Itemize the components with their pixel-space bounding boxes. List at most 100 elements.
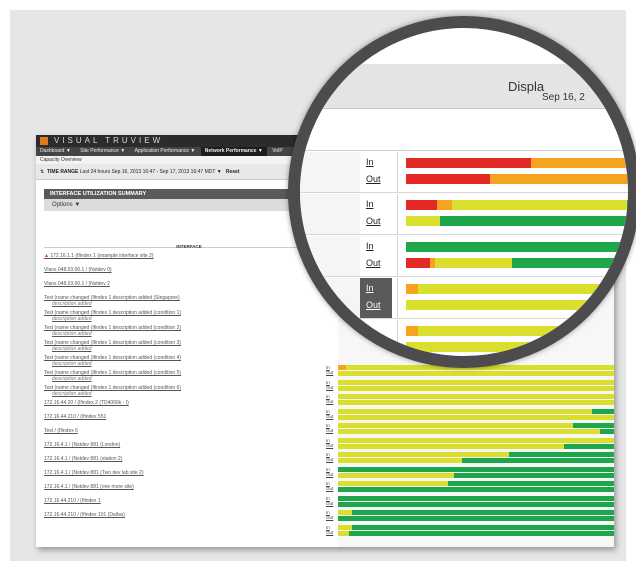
column-divider bbox=[397, 236, 398, 276]
out-link[interactable]: Out bbox=[326, 443, 333, 448]
out-link[interactable]: Out bbox=[326, 370, 333, 375]
interface-name[interactable]: Test / (Ifindex 6 bbox=[44, 428, 78, 434]
menu-site-performance[interactable]: Site Performance ▼ bbox=[76, 147, 129, 156]
magnified-bar-segment-red bbox=[406, 258, 430, 268]
utilization-bar-in bbox=[338, 510, 614, 515]
interface-name[interactable]: Vlans 048.03.00.1 / (Nstdev 0) bbox=[44, 267, 112, 273]
in-link[interactable]: In bbox=[366, 325, 374, 335]
time-range-label: TIME RANGE bbox=[46, 169, 79, 175]
interface-row-6[interactable]: Test (name changed (Ifindex 1 descriptio… bbox=[44, 340, 334, 352]
in-link[interactable]: In bbox=[366, 241, 374, 251]
interface-row-12[interactable]: Test / (Ifindex 6 bbox=[44, 428, 334, 434]
magnified-bar-segment-green bbox=[439, 216, 628, 226]
interface-row-17[interactable]: 172.16.44.210 / (Ifindex 1 bbox=[44, 498, 334, 504]
interface-name[interactable]: 172.16.4.1 / (Nstdev 881 (station 2) bbox=[44, 456, 122, 462]
io-links[interactable]: In Out bbox=[326, 438, 333, 448]
out-link[interactable]: Out bbox=[326, 399, 333, 404]
out-link[interactable]: Out bbox=[326, 515, 333, 520]
menu-voip[interactable]: VoIP bbox=[268, 147, 287, 156]
interface-row-18[interactable]: 172.16.44.210 / (Ifindex 101 (Dallas) bbox=[44, 512, 334, 518]
out-link[interactable]: Out bbox=[366, 342, 381, 352]
io-links[interactable]: In Out bbox=[326, 510, 333, 520]
io-links[interactable]: In Out bbox=[326, 423, 333, 433]
interface-description: description added bbox=[52, 391, 92, 397]
menu-dashboard[interactable]: Dashboard ▼ bbox=[36, 147, 75, 156]
interface-name[interactable]: 172.16.4.1 / (Nstdev 881 (Two dev lab si… bbox=[44, 470, 144, 476]
utilization-bar-segment-green bbox=[572, 423, 614, 428]
interface-row-1[interactable]: Vlans 048.03.00.1 / (Nstdev 0) bbox=[44, 267, 334, 273]
io-links[interactable]: In Out bbox=[326, 452, 333, 462]
interface-row-10[interactable]: 172.16.44.20 / (Ifindex 2 (TD4066k - I) bbox=[44, 400, 334, 406]
out-link[interactable]: Out bbox=[326, 457, 333, 462]
magnified-bar-out bbox=[406, 342, 628, 352]
interface-name[interactable]: 172.16.44.20 / (Ifindex 2 (TD4066k - I) bbox=[44, 400, 129, 406]
magnified-bar-segment-orange bbox=[406, 326, 418, 336]
interface-name[interactable]: 172.16.44.210 / (Ifindex 101 (Dallas) bbox=[44, 512, 125, 518]
magnified-bar-segment-orange bbox=[490, 174, 628, 184]
out-link[interactable]: Out bbox=[366, 174, 381, 184]
out-link[interactable]: Out bbox=[366, 216, 381, 226]
interface-row-4[interactable]: Test (name changed (Ifindex 1 descriptio… bbox=[44, 310, 334, 322]
interface-row-14[interactable]: 172.16.4.1 / (Nstdev 881 (station 2) bbox=[44, 456, 334, 462]
out-link[interactable]: Out bbox=[366, 300, 381, 310]
magnified-bar-out bbox=[406, 300, 628, 310]
interface-name[interactable]: 172.16.4.1 / (Nstdev 881 (one more site) bbox=[44, 484, 134, 490]
io-links[interactable]: In Out bbox=[326, 409, 333, 419]
out-link[interactable]: Out bbox=[326, 414, 333, 419]
time-range-icon[interactable]: ⇅ bbox=[40, 169, 44, 175]
interface-row-0[interactable]: ▲ 172.16.1.1 (Ifindex 1 (example interfa… bbox=[44, 253, 334, 259]
interface-name[interactable]: 172.16.1.1 (Ifindex 1 (example interface… bbox=[50, 253, 153, 259]
utilization-bar-segment-yellow bbox=[338, 530, 350, 536]
utilization-bar-out bbox=[338, 385, 614, 391]
interface-row-7[interactable]: Test (name changed (Ifindex 1 descriptio… bbox=[44, 355, 334, 367]
interface-name[interactable]: 172.16.4.1 / (Nstdev 881 (London) bbox=[44, 442, 120, 448]
io-links[interactable]: In Out bbox=[326, 394, 333, 404]
io-links[interactable]: In Out bbox=[326, 481, 333, 491]
io-links[interactable]: In Out bbox=[326, 496, 333, 506]
interface-row-5[interactable]: Test (name changed (Ifindex 1 descriptio… bbox=[44, 325, 334, 337]
interface-name[interactable]: Vlans 048.03.00.1 / (Nstdev 2 bbox=[44, 281, 110, 287]
magnified-bar-segment-red bbox=[406, 174, 490, 184]
out-link[interactable]: Out bbox=[326, 428, 333, 433]
time-range-dropdown-icon[interactable]: ▼ bbox=[217, 169, 222, 175]
out-link[interactable]: Out bbox=[326, 486, 333, 491]
menu-application-performance[interactable]: Application Performance ▼ bbox=[131, 147, 200, 156]
interface-row-9[interactable]: Test (name changed (Ifindex 1 descriptio… bbox=[44, 385, 334, 397]
utilization-bar-segment-green bbox=[462, 458, 614, 463]
reset-button[interactable]: Reset bbox=[226, 169, 240, 175]
interface-name[interactable]: 172.16.44.210 / (Ifindex 551 bbox=[44, 414, 106, 420]
out-link[interactable]: Out bbox=[326, 501, 333, 506]
utilization-bar-segment-yellow bbox=[338, 472, 454, 478]
magnifier-lens: Displa Sep 16, 2 In Out In Out In Out In Out In O… bbox=[288, 16, 636, 368]
in-link[interactable]: In bbox=[366, 199, 374, 209]
io-links[interactable]: In Out bbox=[326, 467, 333, 477]
out-link[interactable]: Out bbox=[326, 530, 333, 535]
utilization-bar-out bbox=[338, 443, 614, 449]
menu-network-performance[interactable]: Network Performance ▼ bbox=[200, 147, 267, 156]
magnified-bar-segment-orange bbox=[437, 200, 452, 210]
utilization-bar-in bbox=[338, 437, 614, 443]
out-link[interactable]: Out bbox=[366, 258, 381, 268]
time-range-value[interactable]: Last 24 hours Sep 16, 2013 16:47 - Sep 1… bbox=[80, 169, 216, 175]
io-links[interactable]: In Out bbox=[326, 365, 333, 375]
interface-row-15[interactable]: 172.16.4.1 / (Nstdev 881 (Two dev lab si… bbox=[44, 470, 334, 476]
interface-row-3[interactable]: Test (name changed (Ifindex 1 descriptio… bbox=[44, 295, 334, 307]
in-link[interactable]: In bbox=[366, 283, 374, 293]
options-dropdown[interactable]: Options ▼ bbox=[44, 199, 304, 211]
interface-row-16[interactable]: 172.16.4.1 / (Nstdev 881 (one more site) bbox=[44, 484, 334, 490]
io-links[interactable]: In Out bbox=[326, 380, 333, 390]
interface-row-2[interactable]: Vlans 048.03.00.1 / (Nstdev 2 bbox=[44, 281, 334, 287]
out-link[interactable]: Out bbox=[326, 472, 333, 477]
utilization-bar-out bbox=[338, 472, 614, 478]
interface-name[interactable]: 172.16.44.210 / (Ifindex 1 bbox=[44, 498, 101, 504]
utilization-bar-segment-green bbox=[509, 452, 614, 457]
in-link[interactable]: In bbox=[366, 157, 374, 167]
interface-row-11[interactable]: 172.16.44.210 / (Ifindex 551 bbox=[44, 414, 334, 420]
magnified-bar-segment-yellow bbox=[406, 342, 628, 352]
interface-row-13[interactable]: 172.16.4.1 / (Nstdev 881 (London) bbox=[44, 442, 334, 448]
interface-row-8[interactable]: Test (name changed (Ifindex 1 descriptio… bbox=[44, 370, 334, 382]
magnified-bar-in bbox=[406, 284, 628, 294]
io-links[interactable]: In Out bbox=[326, 525, 333, 535]
utilization-bar-segment-yellow bbox=[338, 379, 614, 385]
out-link[interactable]: Out bbox=[326, 385, 333, 390]
